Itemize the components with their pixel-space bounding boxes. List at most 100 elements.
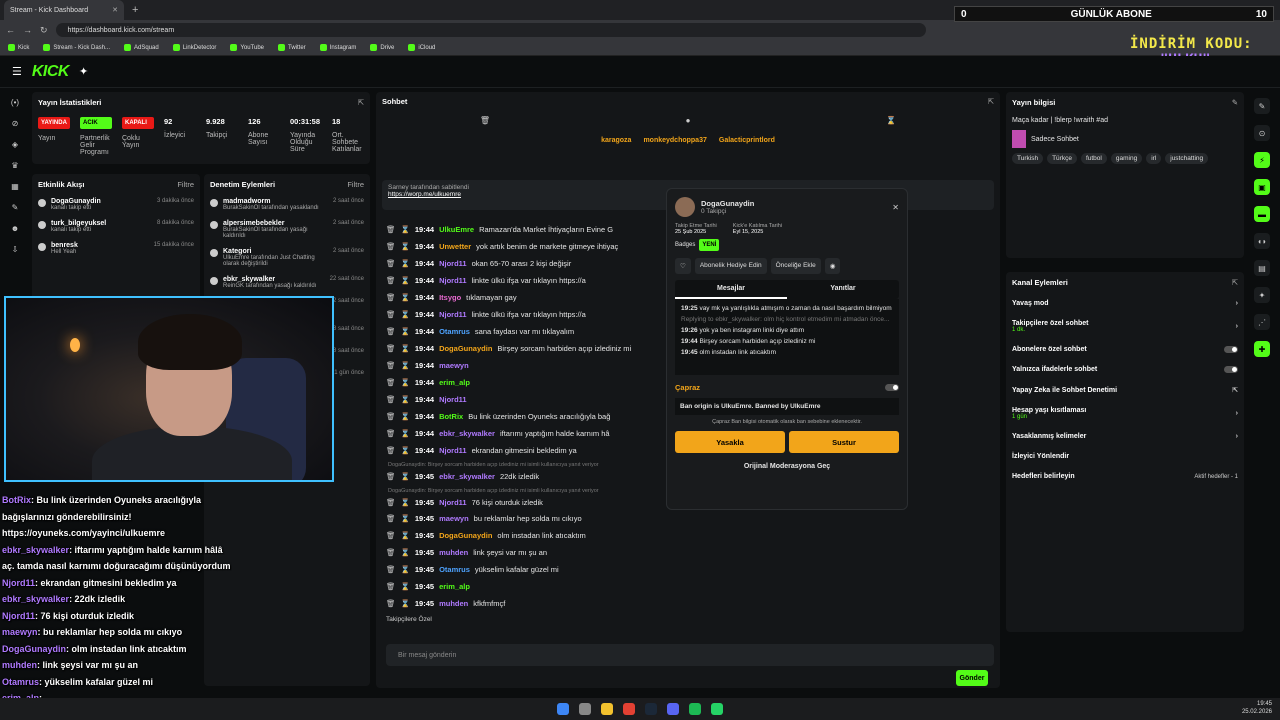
message-username[interactable]: BotRix	[439, 412, 463, 421]
gift-sub-button[interactable]: Abonelik Hediye Edin	[694, 258, 767, 274]
moderation-filter[interactable]: Filtre	[347, 180, 364, 189]
message-username[interactable]: Otamrus	[439, 327, 470, 336]
gift-icon[interactable]: ✚	[1254, 341, 1270, 357]
message-username[interactable]: ebkr_skywalker	[439, 472, 495, 481]
channel-action-item[interactable]: Yasaklanmış kelimeler ›	[1012, 433, 1238, 440]
trash-icon[interactable]: 🗑	[386, 293, 396, 302]
hourglass-icon[interactable]: ⌛	[401, 259, 410, 268]
wrench-icon[interactable]: ✦	[1254, 287, 1270, 303]
trash-icon[interactable]: 🗑	[386, 446, 396, 455]
trash-icon[interactable]: 🗑	[386, 582, 396, 591]
new-tab-icon[interactable]: +	[132, 4, 138, 16]
message-username[interactable]: DogaGunaydin	[439, 531, 492, 540]
trash-icon[interactable]: 🗑	[386, 472, 396, 481]
trash-icon[interactable]: 🗑	[386, 548, 396, 557]
message-username[interactable]: muhden	[439, 548, 468, 557]
message-username[interactable]: muhden	[439, 599, 468, 608]
tools-icon[interactable]: ✎	[12, 203, 19, 212]
bookmark-item[interactable]: Drive	[370, 44, 394, 51]
stream-icon[interactable]: (•)	[11, 98, 19, 107]
start-icon[interactable]	[557, 703, 569, 715]
stream-tag[interactable]: gaming	[1110, 153, 1143, 164]
pinned-link[interactable]: https://worp.me/ulkuemre	[388, 191, 461, 198]
message-username[interactable]: ebkr_skywalker	[439, 429, 495, 438]
message-username[interactable]: maewyn	[439, 514, 469, 523]
share-icon[interactable]: ⋰	[1254, 314, 1270, 330]
trash-icon[interactable]: 🗑	[386, 327, 396, 336]
trash-icon[interactable]: 🗑	[386, 259, 396, 268]
trash-icon[interactable]: 🗑	[386, 395, 396, 404]
trash-icon[interactable]: 🗑	[386, 429, 396, 438]
users-icon[interactable]: ☻	[11, 224, 19, 233]
message-username[interactable]: Njord11	[439, 498, 467, 507]
trash-icon[interactable]: 🗑	[386, 514, 396, 523]
hourglass-icon[interactable]: ⌛	[401, 361, 410, 370]
toggle-switch[interactable]	[1224, 346, 1238, 353]
hourglass-icon[interactable]: ⌛	[401, 395, 410, 404]
clip-icon[interactable]: ▣	[1254, 179, 1270, 195]
message-username[interactable]: Njord11	[439, 259, 467, 268]
hourglass-icon[interactable]: ⌛	[401, 378, 410, 387]
activity-filter[interactable]: Filtre	[177, 180, 194, 189]
bookmark-item[interactable]: AdSquad	[124, 44, 159, 51]
grid-icon[interactable]: ▦	[11, 182, 19, 191]
hourglass-icon[interactable]: ⌛	[401, 472, 410, 481]
trash-icon[interactable]: 🗑	[386, 498, 396, 507]
hourglass-icon[interactable]: ⌛	[401, 514, 410, 523]
hourglass-icon[interactable]: ⌛	[401, 327, 410, 336]
edit-icon[interactable]: ✎	[1232, 98, 1238, 107]
hourglass-icon[interactable]: ⌛	[401, 242, 410, 251]
mute-button[interactable]: Sustur	[789, 431, 899, 453]
trash-icon[interactable]: 🗑	[386, 276, 396, 285]
message-icon[interactable]: ▬	[1254, 206, 1270, 222]
target-icon[interactable]: ⊙	[1254, 125, 1270, 141]
external-link-icon[interactable]: ⇱	[1232, 386, 1238, 394]
message-username[interactable]: Njord11	[439, 395, 467, 404]
trash-icon[interactable]: 🗑	[480, 116, 490, 125]
trash-icon[interactable]: 🗑	[386, 565, 396, 574]
ban-button[interactable]: Yasakla	[675, 431, 785, 453]
eye-icon[interactable]: ◉	[824, 258, 841, 274]
hourglass-icon[interactable]: ⌛	[401, 582, 410, 591]
channel-action-item[interactable]: Takipçilere özel sohbet 1 dk. ›	[1012, 320, 1238, 333]
hourglass-icon[interactable]: ⌛	[401, 531, 410, 540]
message-username[interactable]: Njord11	[439, 276, 467, 285]
channel-action-item[interactable]: Yalnızca ifadelerle sohbet	[1012, 366, 1238, 373]
chevron-right-icon[interactable]: ›	[1236, 300, 1238, 307]
hourglass-icon[interactable]: ⌛	[401, 225, 410, 234]
stream-tag[interactable]: Türkçe	[1047, 153, 1077, 164]
hourglass-icon[interactable]: ⌛	[886, 116, 896, 125]
message-username[interactable]: Njord11	[439, 446, 467, 455]
message-username[interactable]: erim_alp	[439, 582, 470, 591]
browser-tab[interactable]: Stream - Kick Dashboard ✕	[4, 0, 124, 20]
message-username[interactable]: erim_alp	[439, 378, 470, 387]
shield-icon[interactable]: ◈	[12, 140, 18, 149]
top-user[interactable]: monkeydchoppa37	[643, 137, 706, 144]
bookmark-item[interactable]: iCloud	[408, 44, 435, 51]
chevron-right-icon[interactable]: ›	[1236, 410, 1238, 417]
message-username[interactable]: Itsygo	[439, 293, 461, 302]
tab-messages[interactable]: Mesajlar	[675, 280, 787, 299]
stream-tag[interactable]: Turkish	[1012, 153, 1044, 164]
hourglass-icon[interactable]: ⌛	[401, 293, 410, 302]
hourglass-icon[interactable]: ⌛	[401, 276, 410, 285]
top-user[interactable]: Galacticprintlord	[719, 137, 775, 144]
channel-action-item[interactable]: Yavaş mod ›	[1012, 300, 1238, 307]
bookmark-item[interactable]: Kick	[8, 44, 29, 51]
message-username[interactable]: DogaGunaydin	[439, 344, 492, 353]
hourglass-icon[interactable]: ⌛	[401, 548, 410, 557]
message-username[interactable]: maewyn	[439, 361, 469, 370]
url-field[interactable]: https://dashboard.kick.com/stream	[55, 23, 926, 37]
trophy-icon[interactable]: ♛	[11, 161, 18, 170]
channel-action-item[interactable]: Abonelere özel sohbet	[1012, 346, 1238, 353]
hourglass-icon[interactable]: ⌛	[401, 565, 410, 574]
expand-icon[interactable]: ⇱	[358, 98, 364, 107]
hourglass-icon[interactable]: ⌛	[401, 599, 410, 608]
stream-tag[interactable]: futbol	[1080, 153, 1107, 164]
tab-replies[interactable]: Yanıtlar	[787, 280, 899, 299]
send-button[interactable]: Gönder	[956, 670, 988, 686]
message-username[interactable]: UlkuEmre	[439, 225, 474, 234]
chevron-right-icon[interactable]: ›	[1236, 433, 1238, 440]
hourglass-icon[interactable]: ⌛	[401, 310, 410, 319]
stream-tag[interactable]: justchatting	[1165, 153, 1209, 164]
